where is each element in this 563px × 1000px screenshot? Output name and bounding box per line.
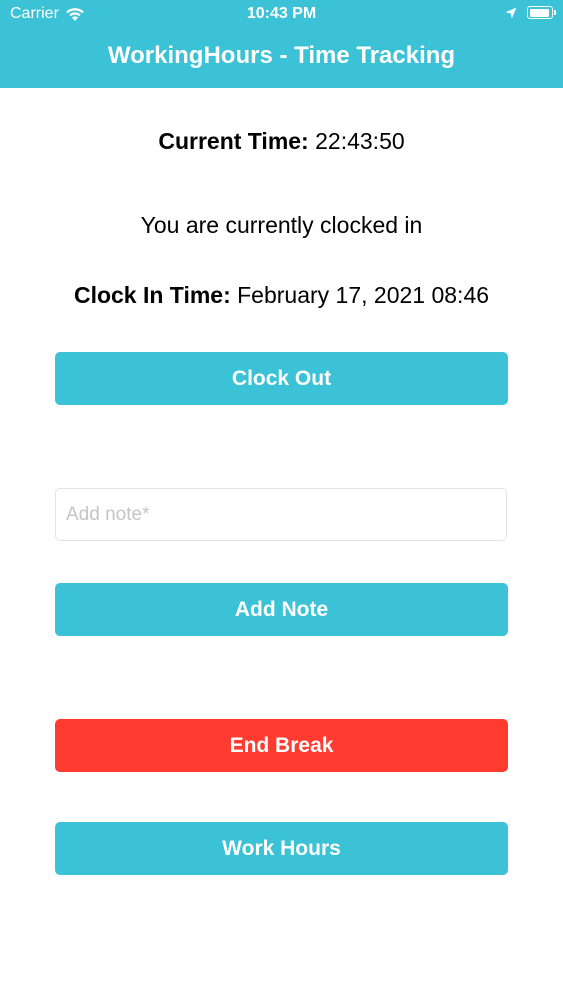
note-input[interactable] xyxy=(55,488,507,541)
current-time-value: 22:43:50 xyxy=(315,128,405,154)
page-title: WorkingHours - Time Tracking xyxy=(107,42,456,69)
clock-out-button[interactable]: Clock Out xyxy=(55,352,508,405)
status-bar: Carrier 10:43 PM xyxy=(0,0,563,30)
clock-in-time-label: Clock In Time: xyxy=(73,282,231,308)
status-time: 10:43 PM xyxy=(246,5,317,22)
add-note-button[interactable]: Add Note xyxy=(55,583,508,636)
work-hours-button[interactable]: Work Hours xyxy=(55,822,508,875)
status-right-group xyxy=(505,6,556,19)
current-time-label: Current Time: xyxy=(158,128,309,154)
clock-in-time-row: Clock In Time: February 17, 2021 08:46 xyxy=(0,282,563,309)
location-arrow-icon xyxy=(505,7,517,18)
app-header: Carrier 10:43 PM WorkingHours - Time Tra… xyxy=(0,0,563,88)
current-time-row: Current Time: 22:43:50 xyxy=(0,128,563,155)
end-break-button[interactable]: End Break xyxy=(55,719,508,772)
clock-status-text: You are currently clocked in xyxy=(140,212,423,238)
clock-in-time-value: February 17, 2021 08:46 xyxy=(237,282,490,308)
battery-icon xyxy=(527,6,556,19)
